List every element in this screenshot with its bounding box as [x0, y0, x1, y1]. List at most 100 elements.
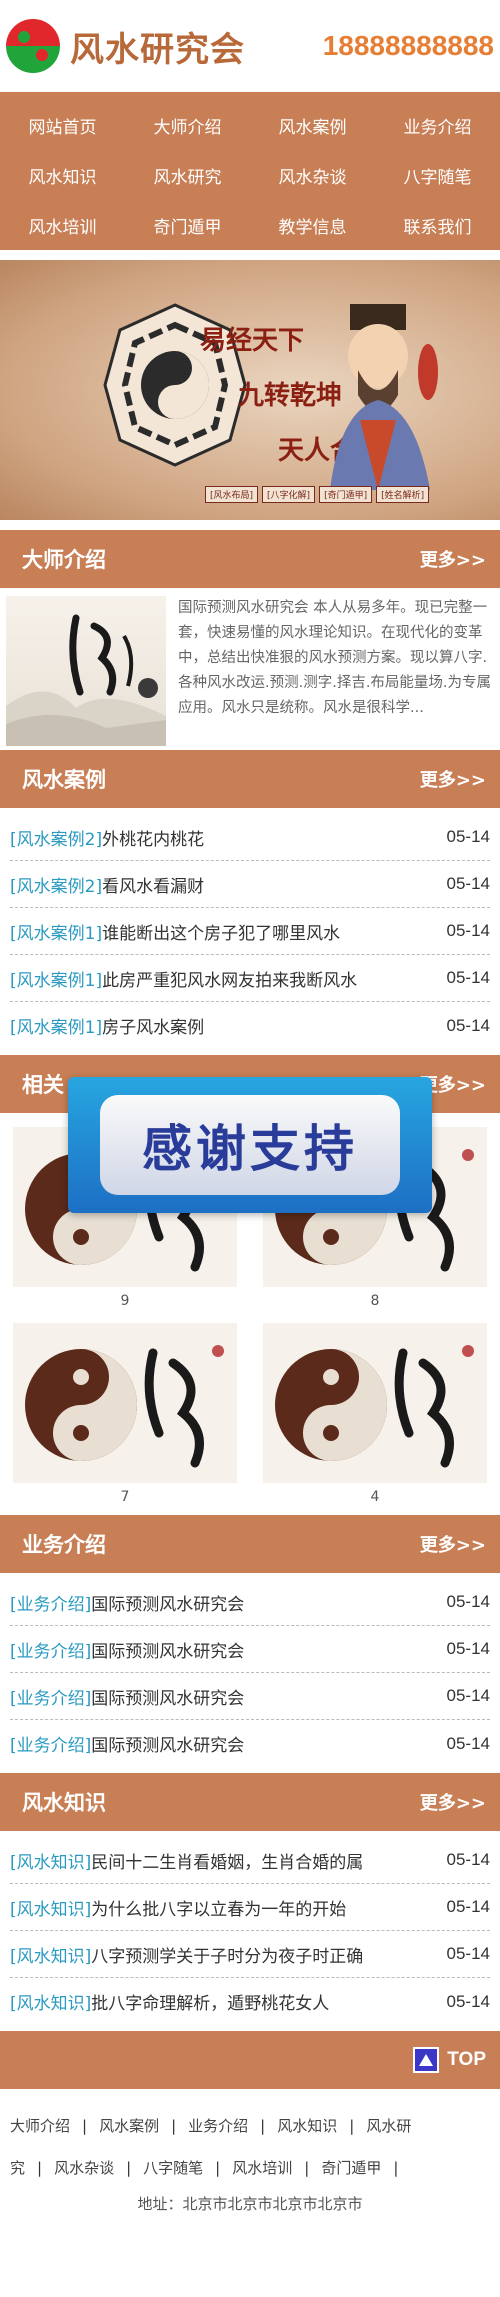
item-tag[interactable]: [风水知识]	[10, 1942, 91, 1967]
item-date: 05-14	[446, 968, 490, 987]
footer-link[interactable]: 风水案例	[99, 2117, 159, 2135]
nav-item-cases[interactable]: 风水案例	[250, 100, 375, 150]
nav-item-master[interactable]: 大师介绍	[125, 100, 250, 150]
item-title[interactable]: 为什么批八字以立春为一年的开始	[91, 1895, 438, 1920]
item-tag[interactable]: [业务介绍]	[10, 1731, 91, 1756]
list-item[interactable]: [风水案例1] 此房严重犯风水网友拍来我断风水 05-14	[10, 955, 490, 1002]
nav-item-bazi[interactable]: 八字随笔	[375, 150, 500, 200]
item-tag[interactable]: [风水案例1]	[10, 919, 102, 944]
banner-tag: [奇门遁甲]	[319, 486, 373, 503]
item-tag[interactable]: [业务介绍]	[10, 1637, 91, 1662]
item-title[interactable]: 国际预测风水研究会	[91, 1731, 438, 1756]
item-tag[interactable]: [风水知识]	[10, 1848, 91, 1873]
item-date: 05-14	[446, 1015, 490, 1035]
arrow-up-icon	[413, 2047, 440, 2073]
master-section-header: 大师介绍 更多>>	[0, 530, 500, 588]
more-link[interactable]: 更多>>	[420, 1789, 486, 1815]
footer-link[interactable]: 奇门遁甲	[321, 2159, 381, 2177]
list-item[interactable]: [风水知识] 民间十二生肖看婚姻，生肖合婚的属 05-14	[10, 1837, 490, 1884]
more-link[interactable]: 更多>>	[420, 766, 486, 792]
list-item[interactable]: [风水案例2] 外桃花内桃花 05-14	[10, 814, 490, 861]
item-date: 05-14	[446, 1944, 490, 1963]
master-image[interactable]	[6, 596, 166, 746]
back-to-top-button[interactable]: TOP	[413, 2047, 486, 2073]
item-title[interactable]: 此房严重犯风水网友拍来我断风水	[102, 966, 438, 991]
nav-item-qimen[interactable]: 奇门遁甲	[125, 200, 250, 250]
list-item[interactable]: [业务介绍] 国际预测风水研究会 05-14	[10, 1579, 490, 1626]
related-caption[interactable]: 8	[371, 1293, 380, 1309]
hero-banner[interactable]: 易经天下 九转乾坤 天人合一 [风水布局] [八字化解] [奇门遁甲] [姓名解…	[0, 250, 500, 530]
yinyang-logo-icon[interactable]	[6, 19, 60, 73]
related-item[interactable]: 7	[10, 1323, 240, 1505]
item-title[interactable]: 谁能断出这个房子犯了哪里风水	[102, 919, 438, 944]
section-title: 相关	[22, 1073, 64, 1097]
more-link[interactable]: 更多>>	[420, 546, 486, 572]
item-title[interactable]: 房子风水案例	[102, 1013, 438, 1038]
item-tag[interactable]: [风水案例2]	[10, 825, 102, 850]
thanks-popup[interactable]: 感谢支持	[68, 1077, 432, 1213]
list-item[interactable]: [风水案例2] 看风水看漏财 05-14	[10, 861, 490, 908]
item-title[interactable]: 民间十二生肖看婚姻，生肖合婚的属	[91, 1848, 438, 1873]
footer-address: 地址：北京市北京市北京市北京市	[137, 2195, 363, 2213]
list-item[interactable]: [业务介绍] 国际预测风水研究会 05-14	[10, 1720, 490, 1767]
item-date: 05-14	[446, 827, 490, 846]
footer-link[interactable]: 业务介绍	[188, 2117, 248, 2135]
item-tag[interactable]: [业务介绍]	[10, 1590, 91, 1615]
footer-link[interactable]: 大师介绍	[10, 2117, 70, 2135]
related-image[interactable]	[13, 1323, 237, 1483]
business-section-header: 业务介绍 更多>>	[0, 1515, 500, 1573]
nav-item-teaching[interactable]: 教学信息	[250, 200, 375, 250]
site-name[interactable]: 风水研究会	[70, 22, 245, 71]
nav-item-misc[interactable]: 风水杂谈	[250, 150, 375, 200]
item-tag[interactable]: [风水案例1]	[10, 1013, 102, 1038]
related-caption[interactable]: 9	[121, 1293, 130, 1309]
item-title[interactable]: 看风水看漏财	[102, 872, 438, 897]
item-tag[interactable]: [风水知识]	[10, 1989, 91, 2014]
item-tag[interactable]: [风水案例2]	[10, 872, 102, 897]
nav-item-knowledge[interactable]: 风水知识	[0, 150, 125, 200]
item-title[interactable]: 批八字命理解析，遁野桃花女人	[91, 1989, 438, 2014]
item-title[interactable]: 国际预测风水研究会	[91, 1637, 438, 1662]
section-title: 业务介绍	[22, 1533, 106, 1557]
related-image[interactable]	[263, 1323, 487, 1483]
nav-item-training[interactable]: 风水培训	[0, 200, 125, 250]
footer-link[interactable]: 风水培训	[232, 2159, 292, 2177]
list-item[interactable]: [风水知识] 八字预测学关于子时分为夜子时正确 05-14	[10, 1931, 490, 1978]
list-item[interactable]: [业务介绍] 国际预测风水研究会 05-14	[10, 1673, 490, 1720]
cases-section-header: 风水案例 更多>>	[0, 750, 500, 808]
item-date: 05-14	[446, 921, 490, 940]
footer-link[interactable]: 风水知识	[277, 2117, 337, 2135]
related-caption[interactable]: 4	[371, 1489, 380, 1505]
master-intro-text: 国际预测风水研究会 本人从易多年。现已完整一套，快速易懂的风水理论知识。在现代化…	[178, 600, 492, 716]
nav-item-contact[interactable]: 联系我们	[375, 200, 500, 250]
item-title[interactable]: 八字预测学关于子时分为夜子时正确	[91, 1942, 438, 1967]
item-tag[interactable]: [风水案例1]	[10, 966, 102, 991]
nav-item-business[interactable]: 业务介绍	[375, 100, 500, 150]
item-title[interactable]: 国际预测风水研究会	[91, 1684, 438, 1709]
list-item[interactable]: [业务介绍] 国际预测风水研究会 05-14	[10, 1626, 490, 1673]
list-item[interactable]: [风水知识] 批八字命理解析，遁野桃花女人 05-14	[10, 1978, 490, 2025]
back-to-top-bar: TOP	[0, 2031, 500, 2089]
footer-link[interactable]: 风水研	[366, 2117, 411, 2135]
footer-links-row: 大师介绍 | 风水案例 | 业务介绍 | 风水知识 | 风水研	[10, 2117, 412, 2135]
related-caption[interactable]: 7	[121, 1489, 130, 1505]
knowledge-list: [风水知识] 民间十二生肖看婚姻，生肖合婚的属 05-14 [风水知识] 为什么…	[0, 1831, 500, 2031]
list-item[interactable]: [风水案例1] 房子风水案例 05-14	[10, 1002, 490, 1049]
footer-link[interactable]: 风水杂谈	[54, 2159, 114, 2177]
item-date: 05-14	[446, 1733, 490, 1753]
list-item[interactable]: [风水案例1] 谁能断出这个房子犯了哪里风水 05-14	[10, 908, 490, 955]
more-link[interactable]: 更多>>	[420, 1531, 486, 1557]
item-title[interactable]: 国际预测风水研究会	[91, 1590, 438, 1615]
footer-link[interactable]: 八字随笔	[143, 2159, 203, 2177]
item-tag[interactable]: [业务介绍]	[10, 1684, 91, 1709]
nav-item-home[interactable]: 网站首页	[0, 100, 125, 150]
related-item[interactable]: 4	[260, 1323, 490, 1505]
list-item[interactable]: [风水知识] 为什么批八字以立春为一年的开始 05-14	[10, 1884, 490, 1931]
item-tag[interactable]: [风水知识]	[10, 1895, 91, 1920]
item-title[interactable]: 外桃花内桃花	[102, 825, 438, 850]
sage-figure-icon	[330, 304, 438, 490]
nav-item-research[interactable]: 风水研究	[125, 150, 250, 200]
phone-number[interactable]: 18888888888	[323, 30, 494, 62]
footer-link[interactable]: 究	[10, 2159, 25, 2177]
master-intro: 国际预测风水研究会 本人从易多年。现已完整一套，快速易懂的风水理论知识。在现代化…	[0, 588, 500, 750]
